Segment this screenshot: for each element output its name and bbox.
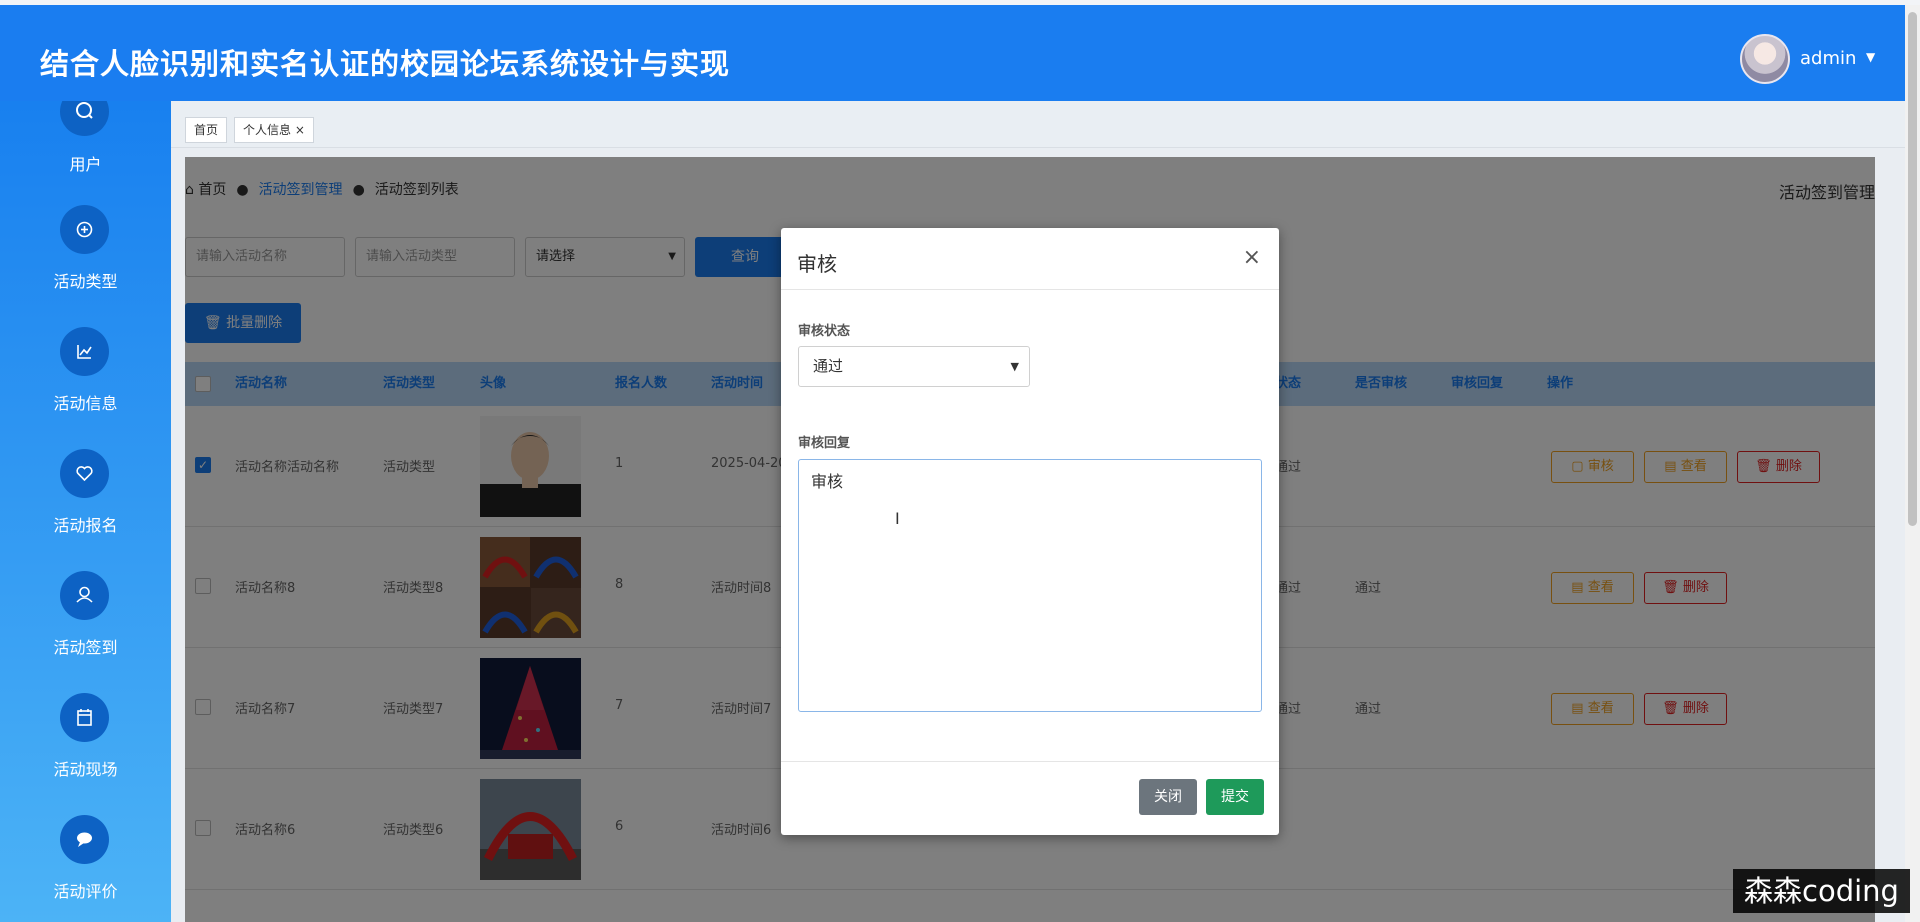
dialog-footer: 关闭 提交 (781, 761, 1279, 835)
select-value: 通过 (813, 357, 844, 375)
sidebar-item-activity-scene[interactable]: 活动现场 (0, 693, 171, 803)
sidebar-item-activity-review[interactable]: 活动评价 (0, 815, 171, 922)
sidebar-item-label: 活动现场 (53, 760, 118, 779)
sidebar-item-activity-signup[interactable]: 活动报名 (0, 449, 171, 559)
chevron-down-icon[interactable]: ▼ (1866, 50, 1875, 64)
close-icon[interactable]: × (291, 123, 305, 137)
search-icon (60, 101, 109, 136)
audit-status-select[interactable]: 通过 ▼ (798, 346, 1030, 387)
sidebar-item-label: 活动报名 (53, 516, 118, 535)
audit-reply-textarea[interactable]: 审核 (798, 459, 1262, 712)
chart-icon (60, 327, 109, 376)
tab-label: 个人信息 (243, 123, 292, 137)
chevron-down-icon: ▼ (1010, 360, 1019, 373)
submit-button[interactable]: 提交 (1206, 779, 1264, 815)
heart-icon (60, 449, 109, 498)
tabs-bar: 首页 个人信息 × (171, 101, 1905, 148)
sidebar-item-activity-info[interactable]: 活动信息 (0, 327, 171, 437)
sidebar: 用户 活动类型 活动信息 活动报名 活动签到 活动现场 活动评价 (0, 101, 171, 922)
close-button[interactable]: 关闭 (1139, 779, 1197, 815)
audit-reply-label: 审核回复 (798, 436, 851, 451)
chat-icon (60, 815, 109, 864)
sidebar-item-label: 活动类型 (53, 272, 118, 291)
sidebar-item-label: 活动评价 (53, 882, 118, 901)
header-bar: 结合人脸识别和实名认证的校园论坛系统设计与实现 admin ▼ (0, 5, 1905, 101)
user-avatar[interactable] (1740, 34, 1790, 84)
username[interactable]: admin (1800, 48, 1856, 69)
app-title: 结合人脸识别和实名认证的校园论坛系统设计与实现 (40, 47, 731, 81)
watermark: 森森coding (1733, 869, 1910, 913)
dialog-title: 审核 (797, 252, 837, 276)
user-icon (60, 571, 109, 620)
audit-status-label: 审核状态 (798, 324, 851, 339)
plus-circle-icon (60, 205, 109, 254)
text-cursor-icon: I (895, 509, 900, 528)
sidebar-item-label: 活动签到 (53, 638, 118, 657)
tab-profile[interactable]: 个人信息 × (234, 117, 314, 143)
close-icon[interactable]: × (1243, 245, 1261, 270)
sidebar-item-activity-type[interactable]: 活动类型 (0, 205, 171, 315)
calendar-icon (60, 693, 109, 742)
tab-home[interactable]: 首页 (185, 117, 228, 143)
scrollbar-thumb[interactable] (1908, 12, 1917, 526)
audit-dialog: 审核 × 审核状态 通过 ▼ 审核回复 审核 I 关闭 提交 (781, 228, 1279, 835)
sidebar-item-label: 活动信息 (53, 394, 118, 413)
sidebar-item-label: 用户 (69, 155, 102, 174)
sidebar-item-activity-checkin[interactable]: 活动签到 (0, 571, 171, 681)
dialog-header: 审核 × (781, 228, 1279, 290)
sidebar-item-user[interactable]: 用户 (0, 101, 171, 181)
